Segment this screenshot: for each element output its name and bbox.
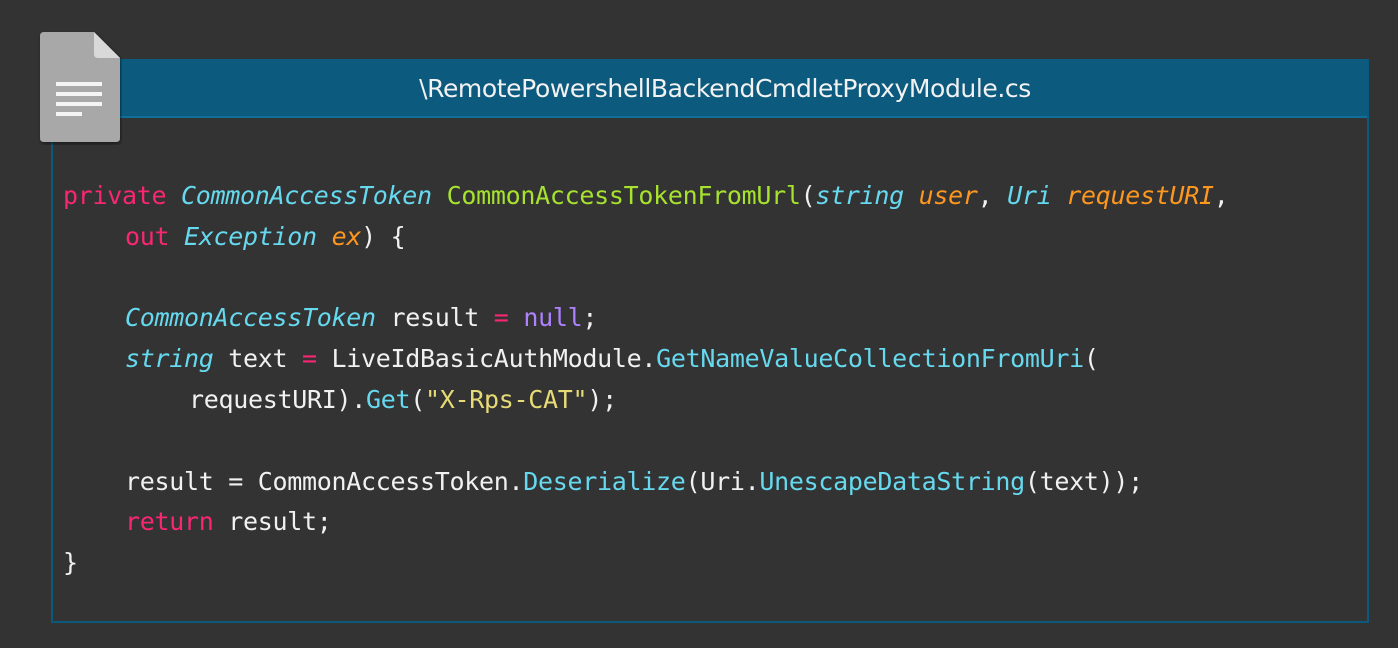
- assignment: result = CommonAccessToken.: [125, 466, 524, 496]
- punctuation: ;: [582, 303, 598, 333]
- code-line-10: }: [63, 543, 1229, 584]
- variable-name: text: [213, 344, 303, 374]
- punctuation: (Uri.: [685, 466, 760, 496]
- variable-name: result: [375, 303, 494, 333]
- code-line-5: string text = LiveIdBasicAuthModule.GetN…: [63, 339, 1229, 380]
- operator: =: [493, 303, 509, 333]
- code-line-6: requestURI).Get("X-Rps-CAT");: [63, 380, 1229, 421]
- title-bar: \RemotePowershellBackendCmdletProxyModul…: [53, 61, 1367, 118]
- code-line-8: result = CommonAccessToken.Deserialize(U…: [63, 462, 1229, 503]
- method-name: Deserialize: [523, 466, 686, 496]
- operator: =: [302, 344, 317, 374]
- keyword-out: out: [125, 221, 170, 251]
- code-line-1: private CommonAccessToken CommonAccessTo…: [63, 176, 1229, 217]
- document-icon: [40, 32, 120, 142]
- punctuation: ,: [1213, 181, 1229, 210]
- file-title: \RemotePowershellBackendCmdletProxyModul…: [419, 74, 1031, 103]
- punctuation: ) {: [361, 221, 406, 251]
- type-name: Exception: [184, 221, 317, 251]
- type-name: CommonAccessToken: [125, 303, 376, 333]
- return-value: result;: [213, 507, 332, 537]
- code-line-4: CommonAccessToken result = null;: [63, 298, 1229, 339]
- code-block: private CommonAccessToken CommonAccessTo…: [63, 176, 1229, 584]
- punctuation: (: [800, 181, 816, 210]
- punctuation: ,: [977, 181, 1008, 210]
- function-name: CommonAccessTokenFromUrl: [446, 181, 801, 210]
- type-name: Uri: [1007, 181, 1052, 210]
- argument: requestURI).: [189, 384, 367, 414]
- code-line-9: return result;: [63, 502, 1229, 543]
- closing-brace: }: [63, 548, 78, 578]
- string-literal: "X-Rps-CAT": [425, 384, 588, 414]
- type-name: string: [815, 181, 904, 210]
- method-name: GetNameValueCollectionFromUri: [656, 344, 1084, 374]
- method-name: UnescapeDataString: [759, 466, 1025, 496]
- class-name: LiveIdBasicAuthModule.: [316, 344, 657, 374]
- parameter-name: requestURI: [1066, 181, 1214, 210]
- method-name: Get: [366, 384, 411, 414]
- keyword-return: return: [125, 507, 214, 537]
- punctuation: );: [587, 384, 617, 414]
- type-name: string: [125, 344, 214, 374]
- parameter-name: user: [918, 181, 978, 210]
- punctuation: (: [410, 384, 426, 414]
- keyword-private: private: [63, 181, 167, 210]
- literal-null: null: [523, 303, 583, 333]
- code-line-2: out Exception ex) {: [63, 217, 1229, 258]
- punctuation: (text));: [1024, 466, 1143, 496]
- type-name: CommonAccessToken: [181, 181, 432, 210]
- parameter-name: ex: [331, 221, 362, 251]
- punctuation: (: [1083, 344, 1099, 374]
